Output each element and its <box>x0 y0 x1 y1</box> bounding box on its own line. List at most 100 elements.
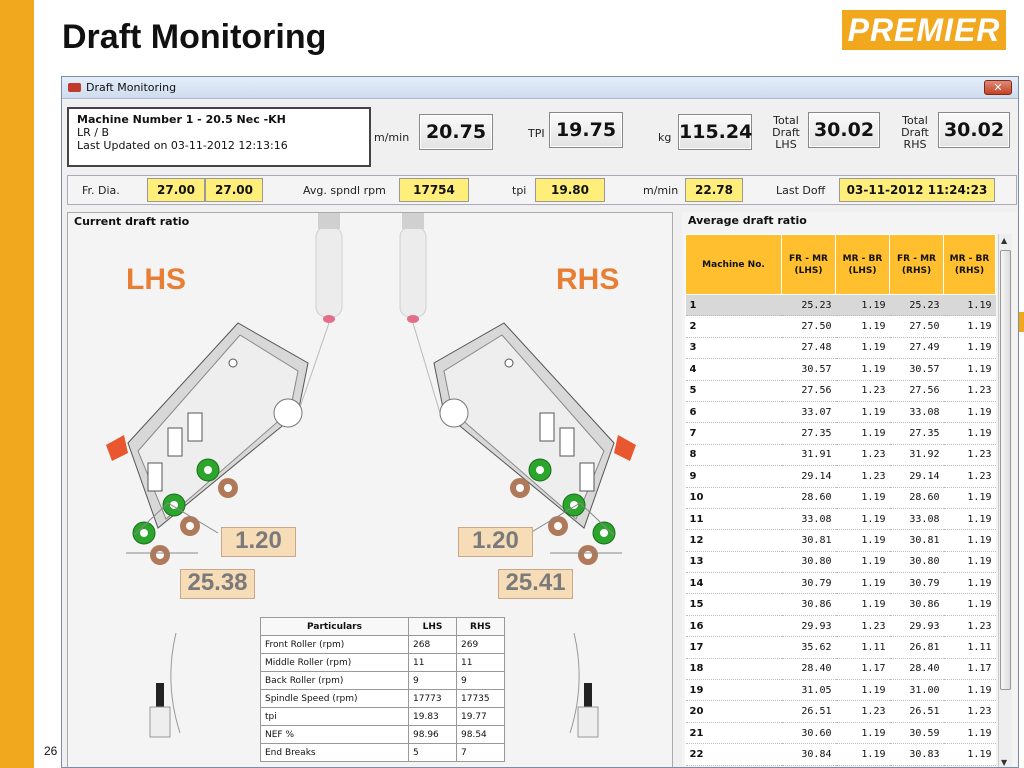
ratio-cell: 1.11 <box>943 636 996 659</box>
table-row[interactable]: 18 28.40 1.17 28.40 1.17 <box>685 658 996 681</box>
machine-no-cell: 18 <box>685 658 782 681</box>
table-row[interactable]: 3 27.48 1.19 27.49 1.19 <box>685 337 996 360</box>
ratio-cell: 30.59 <box>889 722 944 745</box>
table-row[interactable]: 7 27.35 1.19 27.35 1.19 <box>685 422 996 445</box>
table-row[interactable]: 6 33.07 1.19 33.08 1.19 <box>685 401 996 424</box>
table-row[interactable]: 14 30.79 1.19 30.79 1.19 <box>685 572 996 595</box>
header-fr-mr-lhs[interactable]: FR - MR (LHS) <box>781 234 836 295</box>
table-row[interactable]: 21 30.60 1.19 30.59 1.19 <box>685 722 996 745</box>
rhs-spindle <box>569 632 599 738</box>
fr-dia-value-1: 27.00 <box>147 178 205 202</box>
ratio-cell: 29.93 <box>889 615 944 638</box>
particulars-table: Particulars LHS RHS Front Roller (rpm) 26… <box>260 617 505 762</box>
ratio-cell: 31.05 <box>781 679 836 702</box>
header-machine-no[interactable]: Machine No. <box>685 234 782 295</box>
ratio-cell: 1.19 <box>835 572 890 595</box>
table-row[interactable]: 15 30.86 1.19 30.86 1.19 <box>685 593 996 616</box>
window-titlebar: Draft Monitoring ✕ <box>62 77 1018 99</box>
ratio-cell: 33.07 <box>781 401 836 424</box>
ratio-cell: 25.23 <box>781 294 836 317</box>
table-row[interactable]: 5 27.56 1.23 27.56 1.23 <box>685 380 996 402</box>
ratio-cell: 30.86 <box>889 593 944 616</box>
total-draft-lhs-label: Total Draft LHS <box>772 114 800 151</box>
scrollbar-thumb[interactable] <box>1000 250 1011 690</box>
table-row[interactable]: 19 31.05 1.19 31.00 1.19 <box>685 679 996 702</box>
ratio-cell: 1.11 <box>835 636 890 659</box>
table-row[interactable]: 12 30.81 1.19 30.81 1.19 <box>685 529 996 552</box>
total-draft-rhs-label: Total Draft RHS <box>901 114 929 151</box>
header-fr-mr-rhs[interactable]: FR - MR (RHS) <box>889 234 944 295</box>
lhs-ratio-small: 1.20 <box>221 527 296 557</box>
machine-no-cell: 13 <box>685 551 782 574</box>
ratio-cell: 1.23 <box>943 700 996 723</box>
table-row[interactable]: 8 31.91 1.23 31.92 1.23 <box>685 444 996 467</box>
header-mr-br-lhs[interactable]: MR - BR (LHS) <box>835 234 890 295</box>
ratio-cell: 27.49 <box>889 337 944 360</box>
machine-line-side: LR / B <box>77 126 110 139</box>
table-row[interactable]: 13 30.80 1.19 30.80 1.19 <box>685 551 996 574</box>
ratio-cell: 1.23 <box>943 465 996 488</box>
ratio-cell: 1.17 <box>943 658 996 681</box>
particulars-header-rhs: RHS <box>456 617 505 636</box>
yarn-lines <box>297 322 441 414</box>
ratio-cell: 30.60 <box>781 722 836 745</box>
particulars-row: Back Roller (rpm) 9 9 <box>260 671 505 690</box>
ratio-cell: 30.86 <box>781 593 836 616</box>
ratio-cell: 1.17 <box>835 658 890 681</box>
ratio-cell: 1.19 <box>835 722 890 745</box>
table-row[interactable]: 11 33.08 1.19 33.08 1.19 <box>685 508 996 531</box>
ratio-cell: 30.57 <box>889 358 944 381</box>
table-row[interactable]: 20 26.51 1.23 26.51 1.23 <box>685 700 996 723</box>
kg-value: 115.24 <box>678 114 752 150</box>
average-draft-title: Average draft ratio <box>688 214 807 227</box>
ratio-cell: 35.62 <box>781 636 836 659</box>
table-row[interactable]: 9 29.14 1.23 29.14 1.23 <box>685 465 996 488</box>
ratio-cell: 30.79 <box>889 572 944 595</box>
ratio-cell: 1.19 <box>943 315 996 338</box>
table-row[interactable]: 17 35.62 1.11 26.81 1.11 <box>685 636 996 659</box>
ratio-cell: 1.19 <box>943 679 996 702</box>
scroll-down-icon[interactable]: ▼ <box>1001 758 1007 767</box>
table-row[interactable]: 22 30.84 1.19 30.83 1.19 <box>685 743 996 766</box>
table-row[interactable]: 4 30.57 1.19 30.57 1.19 <box>685 358 996 381</box>
last-updated: Last Updated on 03-11-2012 12:13:16 <box>77 139 288 152</box>
premier-logo: PREMIER <box>842 10 1006 50</box>
particulars-row: Spindle Speed (rpm) 17773 17735 <box>260 689 505 708</box>
ratio-cell: 1.19 <box>835 487 890 509</box>
particulars-row: Front Roller (rpm) 268 269 <box>260 635 505 654</box>
table-scrollbar[interactable]: ▲ ▼ <box>998 234 1012 767</box>
particulars-header-row: Particulars LHS RHS <box>260 617 505 636</box>
header-mr-br-rhs[interactable]: MR - BR (RHS) <box>943 234 996 295</box>
particulars-row: End Breaks 5 7 <box>260 743 505 762</box>
ratio-cell: 1.19 <box>943 294 996 317</box>
ratio-cell: 1.23 <box>943 380 996 402</box>
ratio-cell: 27.48 <box>781 337 836 360</box>
mmin-small-label: m/min <box>643 184 679 197</box>
close-button[interactable]: ✕ <box>984 80 1012 95</box>
ratio-cell: 29.14 <box>889 465 944 488</box>
average-draft-panel: Average draft ratio Machine No. FR - MR … <box>682 212 1017 767</box>
particulars-header-lhs: LHS <box>408 617 457 636</box>
table-row[interactable]: 1 25.23 1.19 25.23 1.19 <box>685 294 996 317</box>
average-draft-table[interactable]: Machine No. FR - MR (LHS) MR - BR (LHS) … <box>685 234 996 766</box>
ratio-cell: 1.19 <box>835 593 890 616</box>
ratio-cell: 1.19 <box>943 572 996 595</box>
ratio-cell: 30.57 <box>781 358 836 381</box>
scroll-up-icon[interactable]: ▲ <box>1001 236 1007 245</box>
table-row[interactable]: 10 28.60 1.19 28.60 1.19 <box>685 487 996 509</box>
machine-no-cell: 12 <box>685 529 782 552</box>
ratio-cell: 1.19 <box>835 508 890 531</box>
machine-no-cell: 5 <box>685 380 782 402</box>
avg-spndl-label: Avg. spndl rpm <box>303 184 386 197</box>
ratio-cell: 31.91 <box>781 444 836 467</box>
table-row[interactable]: 2 27.50 1.19 27.50 1.19 <box>685 315 996 338</box>
ratio-cell: 1.19 <box>943 551 996 574</box>
ratio-cell: 1.19 <box>943 508 996 531</box>
table-row[interactable]: 16 29.93 1.23 29.93 1.23 <box>685 615 996 638</box>
kg-label: kg <box>658 131 672 144</box>
machine-no-cell: 6 <box>685 401 782 424</box>
ratio-cell: 1.19 <box>835 401 890 424</box>
ratio-cell: 30.79 <box>781 572 836 595</box>
rhs-ratio-big: 25.41 <box>498 569 573 599</box>
fr-dia-label: Fr. Dia. <box>82 184 120 197</box>
